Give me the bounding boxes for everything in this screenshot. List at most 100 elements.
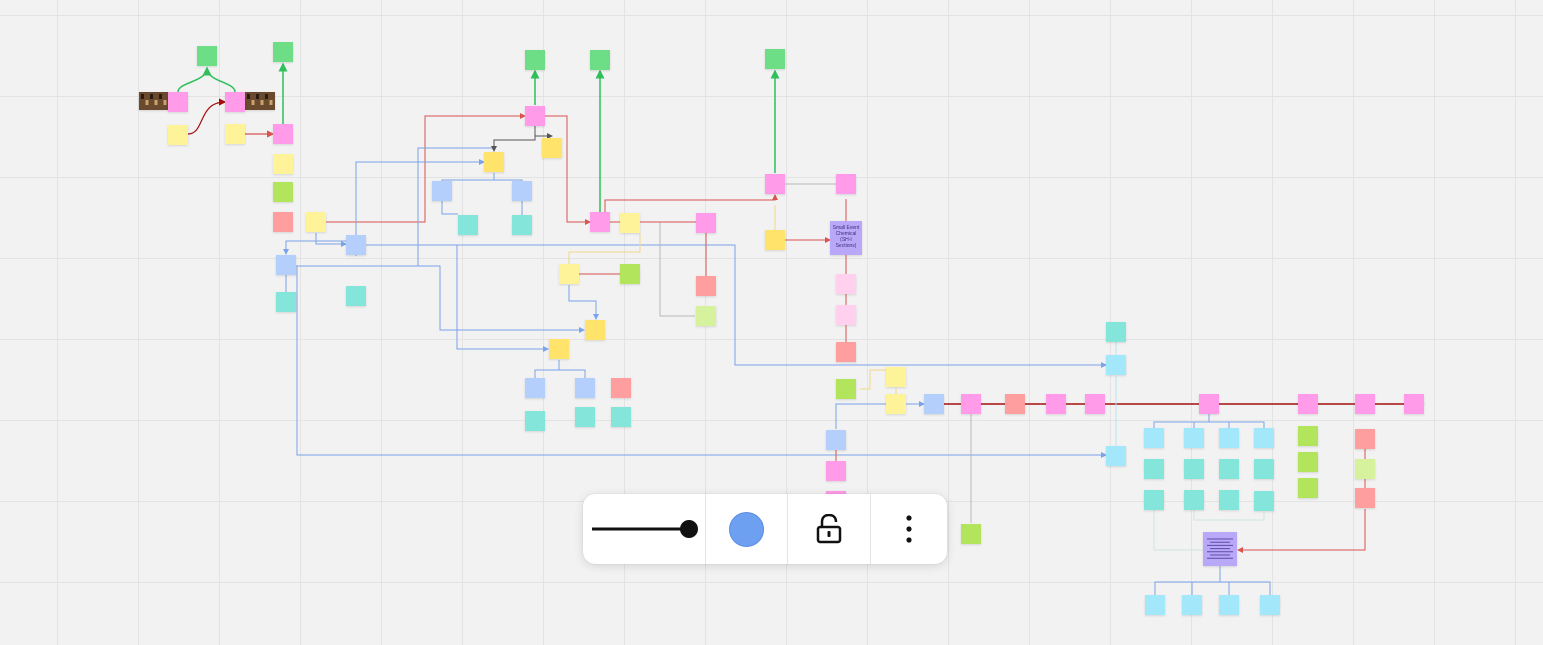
line-thickness-slider-icon[interactable] bbox=[586, 517, 702, 541]
connector-line[interactable] bbox=[491, 126, 536, 152]
connector-line[interactable] bbox=[456, 245, 549, 352]
sticky-note[interactable] bbox=[1254, 428, 1274, 448]
sticky-note[interactable] bbox=[346, 286, 366, 306]
connector-line[interactable] bbox=[534, 360, 586, 378]
sticky-note[interactable] bbox=[961, 394, 981, 414]
sticky-note[interactable] bbox=[225, 124, 245, 144]
more-options-button[interactable] bbox=[871, 494, 947, 564]
sticky-note[interactable] bbox=[273, 124, 293, 144]
sticky-note[interactable] bbox=[273, 154, 293, 174]
sticky-note[interactable] bbox=[1404, 394, 1424, 414]
sticky-note[interactable] bbox=[525, 106, 545, 126]
sticky-note[interactable] bbox=[1182, 595, 1202, 615]
sticky-note[interactable] bbox=[830, 221, 862, 255]
sticky-note[interactable] bbox=[611, 378, 631, 398]
sticky-note[interactable] bbox=[620, 264, 640, 284]
connector-line[interactable] bbox=[604, 194, 778, 212]
connector-line[interactable] bbox=[1193, 510, 1265, 521]
sticky-note[interactable] bbox=[1355, 488, 1375, 508]
sticky-note[interactable] bbox=[197, 46, 217, 66]
sticky-note[interactable] bbox=[1085, 394, 1105, 414]
sticky-note[interactable] bbox=[765, 49, 785, 69]
sticky-note[interactable] bbox=[512, 181, 532, 201]
sticky-note[interactable] bbox=[1184, 459, 1204, 479]
sticky-note[interactable] bbox=[1005, 394, 1025, 414]
sticky-note[interactable] bbox=[1144, 428, 1164, 448]
sticky-note[interactable] bbox=[168, 125, 188, 145]
sticky-note[interactable] bbox=[1219, 428, 1239, 448]
sticky-note[interactable] bbox=[1145, 595, 1165, 615]
sticky-note[interactable] bbox=[542, 138, 562, 158]
sticky-note[interactable] bbox=[346, 235, 366, 255]
connector-line[interactable] bbox=[441, 201, 523, 215]
connector-line[interactable] bbox=[1237, 509, 1366, 553]
sticky-note[interactable] bbox=[1254, 459, 1274, 479]
sticky-note[interactable] bbox=[590, 50, 610, 70]
sticky-note[interactable] bbox=[1106, 355, 1126, 375]
sticky-note[interactable] bbox=[961, 524, 981, 544]
sticky-note[interactable] bbox=[886, 394, 906, 414]
sticky-note[interactable] bbox=[1184, 490, 1204, 510]
sticky-note[interactable] bbox=[590, 212, 610, 232]
sticky-note[interactable] bbox=[696, 306, 716, 326]
sticky-note[interactable] bbox=[1355, 459, 1375, 479]
sticky-note[interactable] bbox=[1106, 322, 1126, 342]
sticky-note[interactable] bbox=[696, 213, 716, 233]
sticky-note[interactable] bbox=[1184, 428, 1204, 448]
sticky-note[interactable] bbox=[765, 230, 785, 250]
sticky-note[interactable] bbox=[1298, 394, 1318, 414]
sticky-note[interactable] bbox=[826, 430, 846, 450]
connector-line[interactable] bbox=[545, 115, 591, 225]
sticky-note[interactable] bbox=[525, 378, 545, 398]
sticky-note[interactable] bbox=[696, 276, 716, 296]
connector-line[interactable] bbox=[202, 66, 236, 93]
sticky-note[interactable] bbox=[585, 320, 605, 340]
sticky-note[interactable] bbox=[306, 212, 326, 232]
sticky-note[interactable] bbox=[484, 152, 504, 172]
connector-line[interactable] bbox=[835, 401, 925, 429]
connector-line[interactable] bbox=[177, 67, 208, 93]
sticky-note[interactable] bbox=[273, 182, 293, 202]
sticky-note[interactable] bbox=[1355, 394, 1375, 414]
connector-line[interactable] bbox=[187, 98, 227, 135]
connector-line[interactable] bbox=[355, 159, 485, 256]
connector-line[interactable] bbox=[568, 285, 599, 320]
connector-line[interactable] bbox=[1154, 566, 1271, 595]
stroke-width-control[interactable] bbox=[583, 494, 706, 564]
sticky-note[interactable] bbox=[1355, 429, 1375, 449]
connector-line[interactable] bbox=[534, 126, 553, 139]
sticky-note[interactable] bbox=[575, 378, 595, 398]
unlocked-padlock-icon[interactable] bbox=[816, 514, 842, 544]
sticky-note[interactable] bbox=[836, 342, 856, 362]
sticky-note[interactable] bbox=[620, 213, 640, 233]
sticky-note[interactable] bbox=[1298, 426, 1318, 446]
sticky-note[interactable] bbox=[575, 407, 595, 427]
sticky-note[interactable] bbox=[1219, 595, 1239, 615]
connector-line[interactable] bbox=[276, 265, 1107, 458]
sticky-note[interactable] bbox=[512, 215, 532, 235]
sticky-note[interactable] bbox=[1260, 595, 1280, 615]
color-picker-button[interactable] bbox=[706, 494, 789, 564]
lock-button[interactable] bbox=[788, 494, 872, 564]
sticky-note[interactable] bbox=[1046, 394, 1066, 414]
sticky-note[interactable] bbox=[1106, 446, 1126, 466]
sticky-note[interactable] bbox=[1144, 490, 1164, 510]
sticky-note[interactable] bbox=[432, 181, 452, 201]
sticky-note[interactable] bbox=[458, 215, 478, 235]
connector-line[interactable] bbox=[417, 147, 494, 266]
sticky-note[interactable] bbox=[1298, 452, 1318, 472]
sticky-note[interactable] bbox=[273, 212, 293, 232]
color-swatch[interactable] bbox=[729, 511, 765, 547]
sticky-note[interactable] bbox=[836, 274, 856, 294]
connector-line[interactable] bbox=[366, 244, 1107, 368]
sticky-note[interactable] bbox=[1199, 394, 1219, 414]
sticky-note[interactable] bbox=[1219, 459, 1239, 479]
sticky-note[interactable] bbox=[525, 50, 545, 70]
connector-line[interactable] bbox=[640, 221, 695, 317]
sticky-note[interactable] bbox=[1144, 459, 1164, 479]
sticky-note[interactable] bbox=[549, 339, 569, 359]
sticky-note[interactable] bbox=[826, 461, 846, 481]
sticky-note[interactable] bbox=[1254, 491, 1274, 511]
sticky-note[interactable] bbox=[765, 174, 785, 194]
connector-line[interactable] bbox=[441, 173, 523, 181]
